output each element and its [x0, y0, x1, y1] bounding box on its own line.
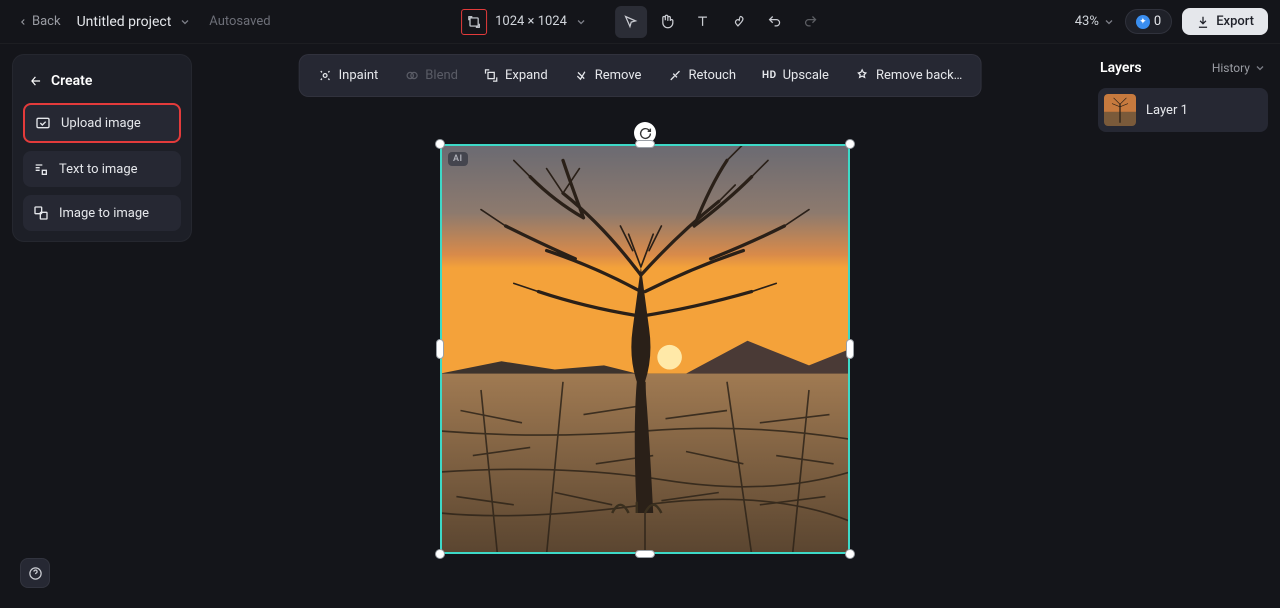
create-header[interactable]: Create — [23, 65, 181, 103]
undo-icon — [767, 14, 782, 29]
export-label: Export — [1216, 14, 1254, 29]
inpaint-label: Inpaint — [339, 68, 379, 83]
layer-name: Layer 1 — [1146, 103, 1188, 118]
retouch-button[interactable]: Retouch — [655, 61, 748, 90]
brush-tool[interactable] — [723, 6, 755, 38]
zoom-value: 43% — [1075, 14, 1099, 29]
chevron-left-icon — [18, 17, 28, 27]
create-panel: Create Upload image Text to image Image … — [12, 54, 192, 242]
expand-button[interactable]: Expand — [472, 61, 560, 90]
top-bar: Back Untitled project Autosaved 1024 × 1… — [0, 0, 1280, 44]
text-tool[interactable] — [687, 6, 719, 38]
resize-handle-left[interactable] — [436, 339, 444, 359]
dimensions-text: 1024 × 1024 — [495, 14, 567, 29]
canvas-selection[interactable]: AI — [440, 144, 850, 554]
text-icon — [695, 14, 710, 29]
resize-handle-right[interactable] — [846, 339, 854, 359]
layers-title: Layers — [1100, 60, 1142, 76]
text-to-image-icon — [33, 161, 49, 177]
resize-handle-bottom[interactable] — [635, 550, 655, 558]
history-button[interactable]: History — [1212, 61, 1266, 75]
layers-panel: Layers History Layer 1 — [1098, 54, 1268, 596]
selection-outline — [440, 144, 850, 554]
cursor-tool[interactable] — [615, 6, 647, 38]
canvas-dimensions-dropdown[interactable]: 1024 × 1024 — [453, 7, 595, 37]
upscale-label: Upscale — [783, 68, 829, 83]
inpaint-icon — [318, 68, 333, 83]
top-right-controls: 43% ✦ 0 Export — [1075, 8, 1268, 35]
project-name-text: Untitled project — [77, 14, 172, 30]
export-button[interactable]: Export — [1182, 8, 1268, 35]
retouch-icon — [667, 68, 682, 83]
hand-icon — [659, 14, 674, 29]
resize-handle-top[interactable] — [635, 140, 655, 148]
hand-tool[interactable] — [651, 6, 683, 38]
chevron-down-icon — [1254, 62, 1266, 74]
blend-icon — [404, 68, 419, 83]
credits-value: 0 — [1154, 14, 1161, 29]
refresh-icon — [639, 127, 652, 140]
image-to-image-button[interactable]: Image to image — [23, 195, 181, 231]
resize-handle-tl[interactable] — [435, 139, 445, 149]
autosaved-status: Autosaved — [209, 14, 270, 29]
project-name-dropdown[interactable]: Untitled project — [77, 14, 192, 30]
upload-image-label: Upload image — [61, 116, 141, 131]
help-icon — [28, 566, 43, 581]
redo-icon — [803, 14, 818, 29]
credits-icon: ✦ — [1136, 15, 1150, 29]
create-title: Create — [51, 73, 92, 89]
inpaint-button[interactable]: Inpaint — [306, 61, 391, 90]
help-button[interactable] — [20, 558, 50, 588]
cursor-icon — [623, 14, 638, 29]
text-to-image-button[interactable]: Text to image — [23, 151, 181, 187]
resize-handle-tr[interactable] — [845, 139, 855, 149]
back-label: Back — [32, 14, 61, 29]
tool-group — [615, 6, 827, 38]
chevron-down-icon — [1103, 16, 1115, 28]
image-to-image-label: Image to image — [59, 206, 149, 221]
canvas-area[interactable]: AI — [200, 90, 1090, 598]
top-center-tools: 1024 × 1024 — [453, 6, 827, 38]
back-button[interactable]: Back — [12, 10, 67, 33]
layer-thumbnail — [1104, 94, 1136, 126]
expand-label: Expand — [505, 68, 548, 83]
chevron-down-icon — [179, 16, 191, 28]
upscale-button[interactable]: HD Upscale — [750, 61, 841, 90]
history-label: History — [1212, 61, 1250, 75]
expand-icon — [484, 68, 499, 83]
credits-badge[interactable]: ✦ 0 — [1125, 9, 1172, 34]
remove-bg-icon — [855, 68, 870, 83]
collapse-icon — [29, 74, 43, 88]
resize-handle-bl[interactable] — [435, 549, 445, 559]
remove-label: Remove — [595, 68, 642, 83]
upscale-icon: HD — [762, 70, 777, 81]
text-to-image-label: Text to image — [59, 162, 138, 177]
redo-button[interactable] — [795, 6, 827, 38]
zoom-dropdown[interactable]: 43% — [1075, 14, 1115, 29]
brush-icon — [731, 14, 746, 29]
layer-item[interactable]: Layer 1 — [1098, 88, 1268, 132]
blend-label: Blend — [425, 68, 458, 83]
undo-button[interactable] — [759, 6, 791, 38]
upload-image-icon — [35, 115, 51, 131]
download-icon — [1196, 15, 1210, 29]
resize-handle-br[interactable] — [845, 549, 855, 559]
remove-icon — [574, 68, 589, 83]
retouch-label: Retouch — [688, 68, 736, 83]
remove-background-button[interactable]: Remove back… — [843, 61, 974, 90]
chevron-down-icon — [575, 16, 587, 28]
remove-button[interactable]: Remove — [562, 61, 654, 90]
upload-image-button[interactable]: Upload image — [23, 103, 181, 143]
image-to-image-icon — [33, 205, 49, 221]
layers-header: Layers History — [1098, 54, 1268, 88]
resize-canvas-icon — [467, 15, 481, 29]
remove-bg-label: Remove back… — [876, 68, 962, 83]
blend-button: Blend — [392, 61, 470, 90]
